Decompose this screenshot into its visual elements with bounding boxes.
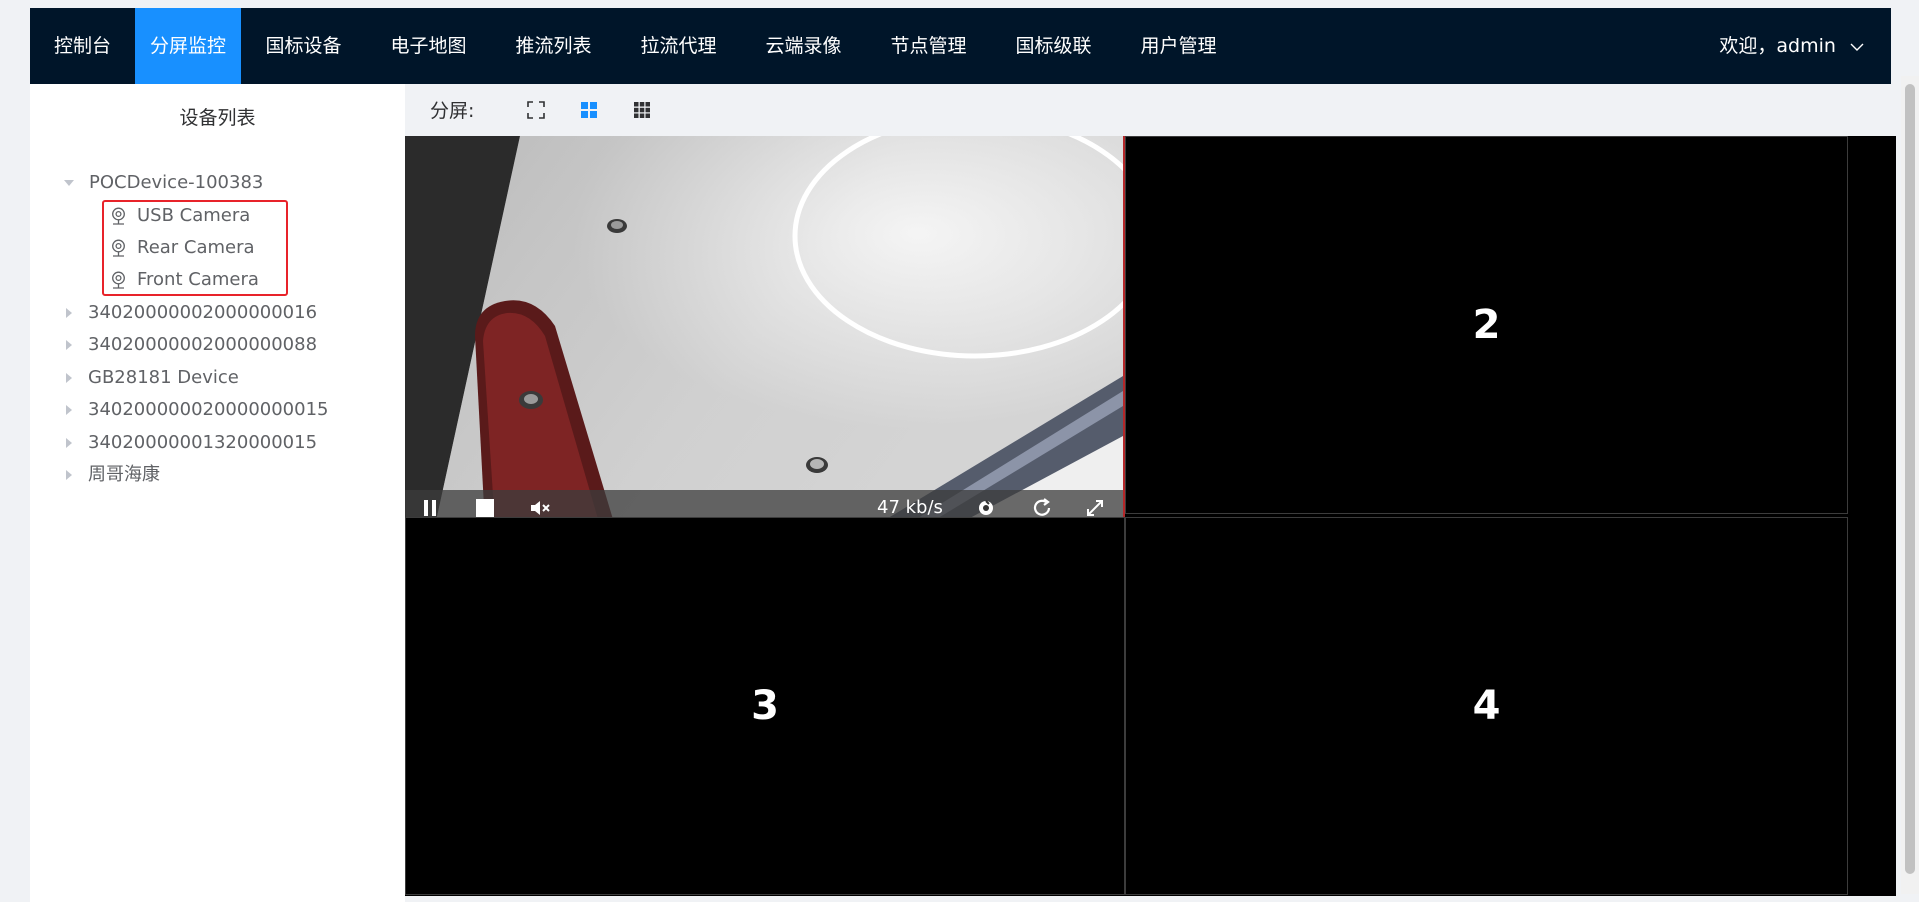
video-cell-4[interactable]: 4 [1125, 517, 1848, 895]
device-list-sidebar: 设备列表 POCDevice-100383 USB Camera Rear Ca… [30, 84, 405, 902]
sidebar-title: 设备列表 [179, 107, 256, 129]
tree-node-device[interactable]: 34020000002000000088 [64, 330, 317, 360]
tree-node-device[interactable]: 340200000020000000015 [64, 395, 329, 425]
caret-right-icon[interactable] [66, 308, 72, 318]
caret-right-icon[interactable] [66, 340, 72, 350]
nav-item-gb-devices[interactable]: 国标设备 [241, 8, 366, 84]
pause-icon [424, 500, 436, 516]
nav-item-push-list[interactable]: 推流列表 [491, 8, 616, 84]
video-cell-2[interactable]: 2 [1125, 136, 1848, 514]
tree-node-device[interactable]: POCDevice-100383 [64, 168, 263, 198]
caret-right-icon[interactable] [66, 438, 72, 448]
tree-node-device[interactable]: 周哥海康 [64, 460, 160, 490]
user-menu[interactable]: 欢迎，admin [1719, 8, 1864, 84]
top-navigation-bar: 控制台 分屏监控 国标设备 电子地图 推流列表 拉流代理 云端录像 节点管理 国… [30, 8, 1891, 84]
nav-item-e-map[interactable]: 电子地图 [366, 8, 491, 84]
expand-icon [1087, 500, 1103, 516]
camera-frame-image [405, 136, 1123, 526]
video-cell-1[interactable]: 47 kb/s [405, 136, 1125, 526]
chevron-down-icon [1850, 43, 1864, 51]
video-cell-3[interactable]: 3 [405, 517, 1125, 895]
tree-node-device[interactable]: 34020000002000000016 [64, 298, 317, 328]
split-label: 分屏: [430, 100, 475, 122]
nav-item-console[interactable]: 控制台 [30, 8, 135, 84]
cell-number: 3 [751, 683, 779, 729]
nine-screen-icon[interactable] [632, 100, 652, 120]
muted-speaker-icon [531, 501, 550, 515]
page-scrollbar[interactable] [1901, 76, 1919, 894]
split-monitor-main: 分屏: 47 kb/s 2 3 4 [405, 84, 1896, 902]
tree-node-label: 周哥海康 [88, 464, 160, 485]
nav-item-split-monitor[interactable]: 分屏监控 [135, 8, 241, 84]
caret-right-icon[interactable] [66, 405, 72, 415]
nav-item-cloud-record[interactable]: 云端录像 [741, 8, 866, 84]
caret-right-icon[interactable] [66, 470, 72, 480]
tree-node-label: 34020000001320000015 [88, 432, 318, 453]
video-grid: 47 kb/s 2 3 4 [405, 136, 1896, 896]
tree-node-label: 340200000020000000015 [88, 399, 329, 420]
tree-node-label: POCDevice-100383 [89, 172, 264, 193]
single-screen-icon[interactable] [526, 100, 546, 120]
caret-right-icon[interactable] [66, 373, 72, 383]
split-toolbar: 分屏: [405, 84, 1891, 136]
cell-number: 2 [1472, 302, 1501, 348]
tree-node-label: 34020000002000000088 [88, 334, 318, 355]
tree-node-device[interactable]: GB28181 Device [64, 363, 239, 393]
caret-down-icon[interactable] [64, 180, 74, 186]
tree-node-device[interactable]: 34020000001320000015 [64, 428, 317, 458]
highlight-box [102, 200, 288, 296]
camera-snapshot-icon [979, 500, 993, 515]
cell-number: 4 [1472, 683, 1501, 729]
nav-item-user-manage[interactable]: 用户管理 [1116, 8, 1241, 84]
scrollbar-thumb[interactable] [1905, 84, 1915, 874]
refresh-icon [1033, 498, 1051, 516]
camera-feed: 47 kb/s [405, 136, 1123, 526]
welcome-text: 欢迎，admin [1719, 35, 1836, 57]
tree-node-label: 34020000002000000016 [88, 302, 318, 323]
nav-item-gb-cascade[interactable]: 国标级联 [991, 8, 1116, 84]
nav-item-node-manage[interactable]: 节点管理 [866, 8, 991, 84]
tree-node-label: GB28181 Device [88, 367, 239, 388]
app-container: 控制台 分屏监控 国标设备 电子地图 推流列表 拉流代理 云端录像 节点管理 国… [30, 8, 1896, 902]
nav-item-pull-proxy[interactable]: 拉流代理 [616, 8, 741, 84]
stop-icon [476, 499, 494, 517]
four-screen-icon[interactable] [579, 100, 599, 120]
